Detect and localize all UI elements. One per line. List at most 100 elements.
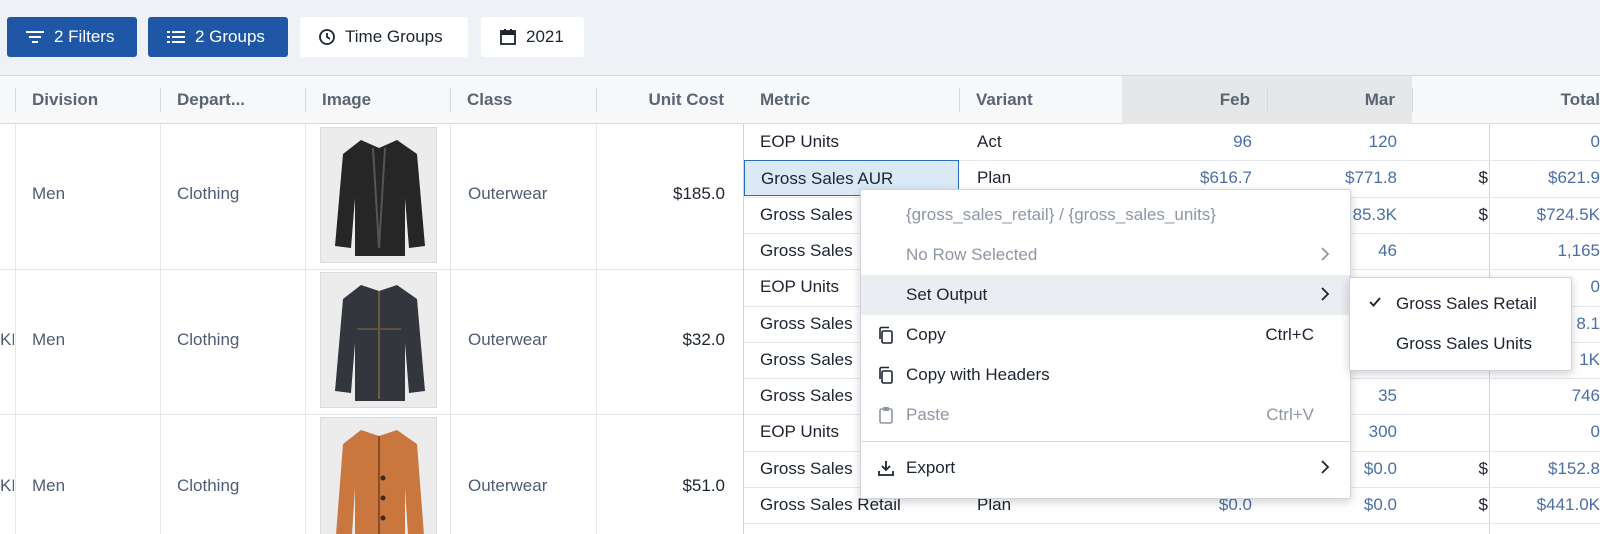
extra-cell[interactable]: $ [1412,487,1488,523]
clipboard-icon [879,407,893,424]
header-separator [15,88,16,112]
column-department[interactable]: Depart... [160,76,305,124]
column-variant[interactable]: Variant [959,76,1122,124]
department-cell[interactable]: Clothing [177,184,239,204]
column-mar[interactable]: Mar [1267,76,1412,124]
filters-button[interactable]: 2 Filters [7,17,137,57]
feb-cell[interactable]: 96 [1122,124,1252,160]
header-separator [1267,88,1268,112]
chevron-right-icon [1321,460,1330,474]
column-divider [15,124,16,534]
class-cell[interactable]: Outerwear [468,476,547,496]
product-image[interactable] [320,272,437,408]
column-metric[interactable]: Metric [743,76,959,124]
retail-label: Gross Sales Retail [1396,294,1537,313]
time-groups-label: Time Groups [345,27,443,46]
unit-cost-cell[interactable]: $32.0 [596,330,725,350]
toolbar: 2 Filters 2 Groups Time Groups 2021 [0,0,1600,76]
metric-cell[interactable]: EOP Units [744,124,959,160]
black-jacket-icon [335,140,425,256]
extra-cell[interactable]: $ [1412,160,1488,196]
column-class[interactable]: Class [450,76,595,124]
menu-item-set-output[interactable]: Set Output [861,275,1350,315]
extra-cell[interactable]: $ [1412,197,1488,233]
total-cell[interactable]: $621.9 [1490,160,1600,196]
mar-cell[interactable]: 120 [1267,124,1397,160]
left-stub-cell: KE [0,476,14,495]
extra-cell[interactable] [1412,414,1488,450]
column-feb[interactable]: Feb [1122,76,1267,124]
calendar-icon [500,29,516,45]
column-total[interactable]: Total [1490,76,1600,124]
department-cell[interactable]: Clothing [177,330,239,350]
grid-header: Division Depart... Image Class Unit Cost… [0,76,1600,124]
copy-shortcut: Ctrl+C [1265,325,1314,344]
total-cell[interactable]: 0 [1490,414,1600,450]
total-cell[interactable]: $152.8 [1490,451,1600,487]
column-divider [450,124,451,534]
filter-icon [26,31,44,43]
column-image[interactable]: Image [305,76,450,124]
units-label: Gross Sales Units [1396,334,1533,353]
menu-item-copy-with-headers[interactable]: Copy with Headers [861,355,1350,395]
chevron-right-icon [1321,247,1330,261]
copy-label: Copy [906,325,946,344]
checkmark-icon [1369,297,1381,307]
list-icon [167,31,185,43]
copy-icon [879,326,893,344]
header-separator [450,88,451,112]
submenu-item-gross-sales-retail[interactable]: Gross Sales Retail [1350,284,1571,324]
left-stub-cell: KE [0,330,14,349]
set-output-label: Set Output [906,285,988,304]
extra-cell[interactable]: $ [1412,451,1488,487]
total-cell[interactable]: $724.5K [1490,197,1600,233]
year-button[interactable]: 2021 [481,17,584,57]
time-groups-button[interactable]: Time Groups [300,17,468,57]
unit-cost-cell[interactable]: $185.0 [596,184,725,204]
menu-item-export[interactable]: Export [861,448,1350,488]
variant-cell[interactable]: Act [960,124,1120,160]
extra-cell[interactable] [1412,233,1488,269]
suede-jacket-icon [336,430,424,534]
menu-item-copy[interactable]: Copy Ctrl+C [861,315,1350,355]
total-cell[interactable]: 0 [1490,124,1600,160]
header-separator [1412,88,1413,112]
header-separator [959,88,960,112]
groups-label: 2 Groups [195,27,265,46]
class-cell[interactable]: Outerwear [468,330,547,350]
column-unit-cost[interactable]: Unit Cost [596,76,741,124]
menu-divider [861,441,1350,442]
menu-item-paste[interactable]: Paste Ctrl+V [861,395,1350,435]
division-cell[interactable]: Men [32,184,65,204]
submenu-item-gross-sales-units[interactable]: Gross Sales Units [1350,324,1571,364]
menu-item-no-row[interactable]: No Row Selected [861,235,1350,275]
row-divider [744,523,1600,524]
download-icon [878,461,894,476]
department-cell[interactable]: Clothing [177,476,239,496]
column-divider [160,124,161,534]
formula-label: {gross_sales_retail} / {gross_sales_unit… [906,205,1216,224]
extra-cell[interactable] [1412,124,1488,160]
header-separator [596,88,597,112]
column-divider [305,124,306,534]
row-divider [0,414,743,415]
total-cell[interactable]: $441.0K [1490,487,1600,523]
row-divider [0,269,743,270]
total-cell[interactable]: 746 [1490,378,1600,414]
denim-jacket-icon [335,285,425,401]
division-cell[interactable]: Men [32,330,65,350]
chevron-right-icon [1321,287,1330,301]
no-row-label: No Row Selected [906,245,1038,264]
class-cell[interactable]: Outerwear [468,184,547,204]
unit-cost-cell[interactable]: $51.0 [596,476,725,496]
product-image[interactable] [320,127,437,263]
header-separator [160,88,161,112]
division-cell[interactable]: Men [32,476,65,496]
extra-cell[interactable] [1412,378,1488,414]
context-menu: {gross_sales_retail} / {gross_sales_unit… [860,189,1351,499]
groups-button[interactable]: 2 Groups [148,17,288,57]
header-separator [305,88,306,112]
product-image[interactable] [320,417,437,534]
total-cell[interactable]: 1,165 [1490,233,1600,269]
column-division[interactable]: Division [15,76,160,124]
